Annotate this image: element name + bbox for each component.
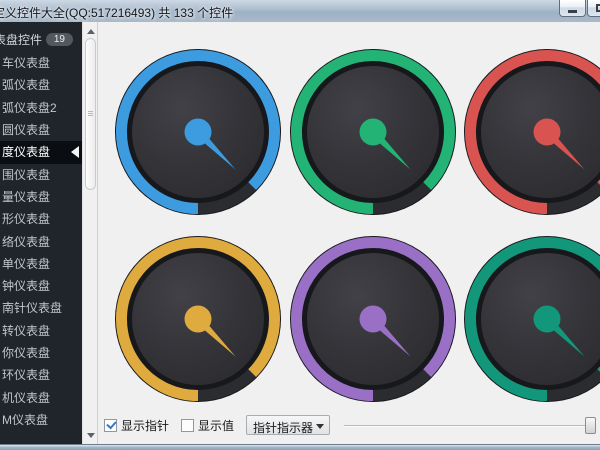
- dropdown-value: 指针指示器: [253, 419, 313, 436]
- sidebar-item-list: 车仪表盘弧仪表盘弧仪表盘2圆仪表盘度仪表盘围仪表盘量仪表盘形仪表盘络仪表盘单仪表…: [0, 52, 82, 431]
- titlebar: 定义控件大全(QQ:517216493) 共 133 个控件: [0, 0, 600, 22]
- gauge-purple: [289, 235, 457, 403]
- sidebar-item[interactable]: 单仪表盘: [0, 253, 82, 275]
- sidebar-item[interactable]: 弧仪表盘: [0, 74, 82, 96]
- app-window: 定义控件大全(QQ:517216493) 共 133 个控件 表盘控件 19 车…: [0, 0, 600, 450]
- gauge-gold: [114, 235, 282, 403]
- gauge-red: [463, 48, 600, 216]
- sidebar-header: 表盘控件 19: [0, 28, 82, 50]
- maximize-button[interactable]: [587, 0, 600, 17]
- sidebar-scrollbar[interactable]: [82, 22, 97, 444]
- sidebar-item[interactable]: 络仪表盘: [0, 231, 82, 253]
- main-area: 显示指针 显示值 指针指示器: [97, 22, 600, 444]
- sidebar-item[interactable]: 钟仪表盘: [0, 275, 82, 297]
- scroll-down-button[interactable]: [84, 429, 97, 441]
- window-body: 表盘控件 19 车仪表盘弧仪表盘弧仪表盘2圆仪表盘度仪表盘围仪表盘量仪表盘形仪表…: [0, 22, 600, 444]
- arrow-down-icon: [87, 433, 95, 438]
- sidebar-item[interactable]: 环仪表盘: [0, 364, 82, 386]
- window-controls: [559, 0, 600, 17]
- slider-track[interactable]: [344, 425, 596, 427]
- pointer-style-dropdown[interactable]: 指针指示器: [246, 415, 330, 435]
- window-title: 定义控件大全(QQ:517216493) 共 133 个控件: [0, 4, 233, 21]
- sidebar-item[interactable]: 形仪表盘: [0, 208, 82, 230]
- show-value-checkbox[interactable]: [181, 419, 194, 432]
- scrollbar-thumb[interactable]: [85, 38, 96, 190]
- selected-item-arrow-icon: [71, 146, 79, 158]
- sidebar-header-label: 表盘控件: [0, 31, 42, 48]
- gauge-green: [289, 48, 457, 216]
- minimize-button[interactable]: [559, 0, 586, 17]
- slider-handle[interactable]: [585, 417, 596, 434]
- scroll-up-button[interactable]: [84, 25, 97, 37]
- sidebar-item[interactable]: M仪表盘: [0, 409, 82, 431]
- sidebar-item[interactable]: 车仪表盘: [0, 52, 82, 74]
- sidebar-item[interactable]: 转仪表盘: [0, 320, 82, 342]
- gauge-blue: [114, 48, 282, 216]
- show-value-label: 显示值: [198, 417, 234, 434]
- arrow-up-icon: [87, 29, 95, 34]
- show-pointer-checkbox[interactable]: [104, 419, 117, 432]
- sidebar-item[interactable]: 度仪表盘: [0, 141, 82, 163]
- sidebar-item[interactable]: 围仪表盘: [0, 164, 82, 186]
- gauge-teal: [463, 235, 600, 403]
- chevron-down-icon: [316, 424, 324, 429]
- minimize-icon: [568, 10, 577, 13]
- sidebar-item[interactable]: 你仪表盘: [0, 342, 82, 364]
- sidebar-item[interactable]: 弧仪表盘2: [0, 97, 82, 119]
- sidebar: 表盘控件 19 车仪表盘弧仪表盘弧仪表盘2圆仪表盘度仪表盘围仪表盘量仪表盘形仪表…: [0, 22, 82, 444]
- sidebar-item[interactable]: 圆仪表盘: [0, 119, 82, 141]
- settings-toolbar: 显示指针 显示值 指针指示器: [104, 415, 596, 435]
- maximize-icon: [596, 4, 600, 12]
- show-pointer-label: 显示指针: [121, 417, 169, 434]
- sidebar-item[interactable]: 量仪表盘: [0, 186, 82, 208]
- sidebar-item[interactable]: 南针仪表盘: [0, 297, 82, 319]
- sidebar-item[interactable]: 机仪表盘: [0, 387, 82, 409]
- value-slider[interactable]: [344, 417, 596, 434]
- window-bottom-border: [0, 444, 600, 450]
- scrollbar-grip-icon: [88, 111, 93, 117]
- sidebar-count-badge: 19: [46, 33, 73, 46]
